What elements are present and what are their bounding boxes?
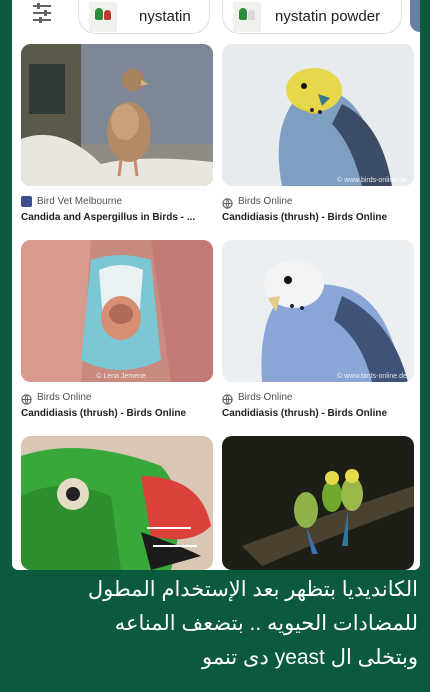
- globe-icon: [222, 196, 233, 209]
- result-source[interactable]: Bird Vet Melbourne: [21, 194, 213, 208]
- chip-nystatin-powder[interactable]: nystatin powder: [222, 0, 402, 34]
- image-results-panel: nystatin nystatin powder Bird Vet Melbou…: [12, 0, 420, 570]
- chip-partial[interactable]: [410, 0, 420, 32]
- globe-icon: [21, 392, 32, 405]
- chip-nystatin[interactable]: nystatin: [78, 0, 210, 34]
- result-image-budgie-crop[interactable]: © Lena Jemene: [21, 240, 213, 382]
- result-card[interactable]: © www.birds-online.de Birds Online Candi…: [222, 240, 414, 419]
- image-watermark: © Lena Jemene: [96, 372, 146, 380]
- filter-settings-button[interactable]: [30, 2, 54, 24]
- result-card[interactable]: © www.birds-online.de Birds Online Candi…: [222, 44, 414, 223]
- result-title[interactable]: Candidiasis (thrush) - Birds Online: [222, 212, 414, 223]
- result-source[interactable]: Birds Online: [21, 390, 213, 405]
- caption-overlay: الكانديديا بتظهر بعد الإستخدام المطول لل…: [14, 573, 418, 675]
- site-favicon: [21, 195, 32, 207]
- result-card[interactable]: Bird Vet Melbourne Candida and Aspergill…: [21, 44, 213, 223]
- result-image-budgies-branch[interactable]: [222, 436, 414, 570]
- result-image-chick[interactable]: [21, 44, 213, 186]
- source-name: Bird Vet Melbourne: [37, 195, 123, 207]
- result-image-budgie-yellow[interactable]: © www.birds-online.de: [222, 44, 414, 186]
- medicine-thumbnail: [89, 1, 117, 32]
- result-card[interactable]: [222, 436, 414, 570]
- medicine-thumbnail: [233, 1, 261, 32]
- result-source[interactable]: Birds Online: [222, 390, 414, 405]
- source-name: Birds Online: [238, 391, 293, 403]
- chip-label: nystatin powder: [275, 8, 381, 25]
- result-image-budgie-blue[interactable]: © www.birds-online.de: [222, 240, 414, 382]
- chip-label: nystatin: [139, 8, 191, 25]
- caption-line-1: الكانديديا بتظهر بعد الإستخدام المطول: [87, 578, 418, 601]
- result-title[interactable]: Candidiasis (thrush) - Birds Online: [21, 408, 213, 419]
- result-image-parrot-beak[interactable]: [21, 436, 213, 570]
- image-watermark: © www.birds-online.de: [337, 176, 407, 184]
- sliders-icon: [33, 3, 51, 23]
- result-card[interactable]: © Lena Jemene Birds Online Candidiasis (…: [21, 240, 213, 419]
- source-name: Birds Online: [37, 391, 92, 403]
- result-source[interactable]: Birds Online: [222, 194, 414, 209]
- globe-icon: [222, 392, 233, 405]
- result-title[interactable]: Candida and Aspergillus in Birds - ...: [21, 212, 213, 223]
- result-title[interactable]: Candidiasis (thrush) - Birds Online: [222, 408, 414, 419]
- caption-line-3: وبتخلى ال yeast دى تنمو: [202, 646, 418, 669]
- caption-line-2: للمضادات الحيويه .. بتضعف المناعه: [114, 612, 418, 635]
- result-card[interactable]: [21, 436, 213, 570]
- image-watermark: © www.birds-online.de: [337, 372, 407, 380]
- source-name: Birds Online: [238, 195, 293, 207]
- related-searches-bar: nystatin nystatin powder: [12, 0, 420, 38]
